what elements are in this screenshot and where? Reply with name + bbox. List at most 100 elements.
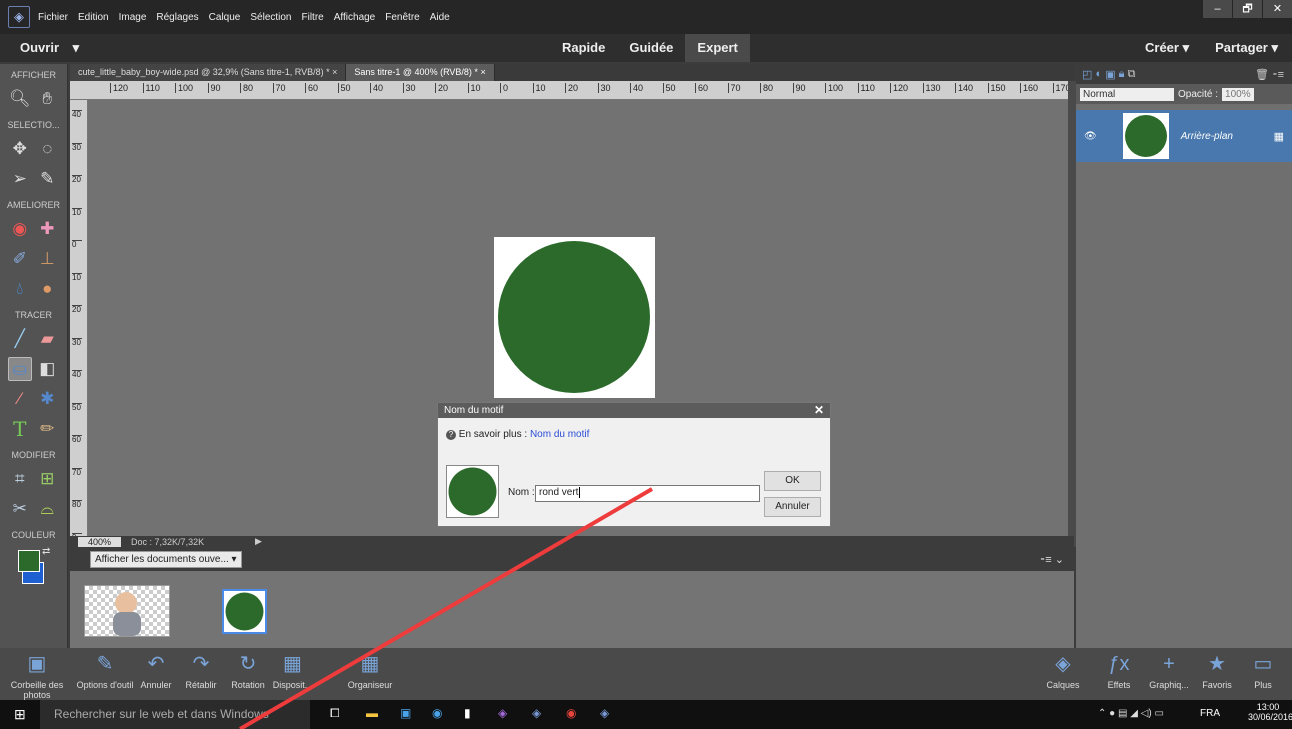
zoom-tool-icon[interactable]: 🔍︎ [8, 87, 32, 111]
document-icon[interactable]: ▮ [464, 706, 471, 720]
create-button[interactable]: Créer ▾ [1145, 40, 1189, 56]
bottom-organizer-button[interactable]: ▦ Organiseur [315, 648, 425, 700]
bottom-favorites-button[interactable]: ★ Favoris [1194, 648, 1240, 700]
menu-reglages[interactable]: Réglages [156, 12, 198, 23]
bin-options[interactable]: ⁃≡ ⌄ [1040, 553, 1064, 566]
move-tool-icon[interactable]: ✥ [8, 137, 32, 161]
lock-icon[interactable]: 🔒︎ [1119, 68, 1125, 81]
maximize-button[interactable]: 🗗 [1232, 0, 1262, 18]
mode-rapide[interactable]: Rapide [550, 34, 617, 62]
tab-sans-titre[interactable]: Sans titre-1 @ 400% (RVB/8) * × [346, 64, 495, 81]
menu-fichier[interactable]: Fichier [38, 12, 68, 23]
menu-filtre[interactable]: Filtre [302, 12, 324, 23]
sponge-tool-icon[interactable]: ● [35, 277, 59, 301]
text-tool-icon[interactable]: T [8, 417, 32, 441]
language-indicator[interactable]: FRA [1200, 708, 1220, 719]
mode-guidee[interactable]: Guidée [617, 34, 685, 62]
adjustment-layer-icon[interactable]: ◐ [1095, 68, 1102, 80]
bin-documents-dropdown[interactable]: Afficher les documents ouve... ▾ [90, 550, 242, 568]
new-layer-icon[interactable]: ◰ [1082, 68, 1092, 81]
bottom-rotate-button[interactable]: ↻ Rotation [226, 648, 270, 700]
gradient-tool-icon[interactable]: ◧ [35, 357, 59, 381]
menu-aide[interactable]: Aide [430, 12, 450, 23]
menu-calque[interactable]: Calque [209, 12, 241, 23]
elements-editor-icon[interactable]: ◈ [532, 706, 541, 720]
content-aware-move-icon[interactable]: ✂︎ [8, 497, 32, 521]
straighten-tool-icon[interactable]: ⌓ [35, 497, 59, 521]
clock[interactable]: 13:00 30/06/2016 [1248, 702, 1292, 722]
quick-selection-icon[interactable]: ✎ [35, 167, 59, 191]
dialog-titlebar: Nom du motif ✕ [438, 403, 830, 418]
bottom-photo-bin-button[interactable]: ▣ Corbeille des photos [0, 648, 74, 700]
task-view-icon[interactable]: ⧠ [330, 706, 340, 721]
tab-baby-doc[interactable]: cute_little_baby_boy-wide.psd @ 32,9% (S… [70, 64, 347, 81]
dialog-close-button[interactable]: ✕ [814, 403, 824, 418]
system-tray-icons[interactable]: ⌃ ● ▤ ◢ ◁) ▭ [1098, 708, 1164, 719]
thumbnail-sans-titre[interactable] [222, 589, 267, 634]
blur-tool-icon[interactable]: 💧︎ [8, 277, 32, 301]
bottom-graphics-button[interactable]: + Graphiq... [1146, 648, 1192, 700]
pencil-tool-icon[interactable]: ✏︎ [35, 417, 59, 441]
open-button[interactable]: Ouvrir ▾ [0, 40, 550, 56]
canvas-scrollbar[interactable] [1068, 81, 1076, 547]
swap-colors-icon[interactable]: ⇄ [42, 546, 50, 557]
healing-brush-icon[interactable]: ✚ [35, 217, 59, 241]
bottom-more-button[interactable]: ▭ Plus [1240, 648, 1286, 700]
minimize-button[interactable]: – [1202, 0, 1232, 18]
chrome-icon[interactable]: ◉ [566, 706, 576, 720]
crop-tool-icon[interactable]: ⌗ [8, 467, 32, 491]
brush-tool-icon[interactable]: ╱ [8, 327, 32, 351]
close-window-button[interactable]: ✕ [1262, 0, 1292, 18]
lasso-tool-icon[interactable]: ➢ [8, 167, 32, 191]
bottom-effects-button[interactable]: ƒx Effets [1096, 648, 1142, 700]
smart-brush-icon[interactable]: ✐ [8, 247, 32, 271]
blend-mode-select[interactable]: Normal [1080, 87, 1174, 101]
opacity-input[interactable]: 100% [1222, 87, 1254, 101]
bottom-tool-options-button[interactable]: ✎ Options d'outil [74, 648, 136, 700]
edge-icon[interactable]: ◉ [432, 706, 442, 720]
elements-organizer-icon[interactable]: ◈ [498, 706, 507, 720]
foreground-color-swatch[interactable] [18, 550, 40, 572]
menu-selection[interactable]: Sélection [250, 12, 291, 23]
image-canvas[interactable] [494, 237, 655, 398]
trash-icon[interactable]: 🗑︎ ⁃≡ [1255, 68, 1284, 81]
custom-shape-icon[interactable]: ✱ [35, 387, 59, 411]
close-tab-icon[interactable]: × [332, 67, 337, 77]
pattern-name-input[interactable]: rond vert [535, 485, 760, 502]
windows-start-icon[interactable]: ⊞ [14, 706, 26, 723]
ruler-v-tick: 40 [72, 110, 82, 119]
paint-bucket-icon[interactable]: ⛀ [7, 357, 32, 381]
taskbar-search[interactable]: Rechercher sur le web et dans Windows [40, 700, 310, 729]
visibility-eye-icon[interactable]: 👁︎ [1084, 131, 1097, 142]
hand-tool-icon[interactable]: ✋︎ [35, 87, 59, 111]
menu-image[interactable]: Image [119, 12, 147, 23]
bottom-layout-button[interactable]: ▦ Disposit... [270, 648, 315, 700]
elements-editor-active-icon[interactable]: ◈ [600, 706, 609, 720]
layer-row-background[interactable]: 👁︎ Arrière-plan ▦ [1076, 110, 1292, 162]
layer-mask-icon[interactable]: ▣ [1105, 68, 1115, 81]
media-icon[interactable]: ▣ [400, 706, 411, 720]
link-layers-icon[interactable]: ⧉ [1128, 68, 1136, 81]
status-arrow-icon[interactable]: ▶ [255, 536, 262, 547]
eyedropper-icon[interactable]: ⁄ [8, 387, 32, 411]
bottom-redo-button[interactable]: ↷ Rétablir [176, 648, 226, 700]
menu-edition[interactable]: Edition [78, 12, 109, 23]
mode-expert[interactable]: Expert [685, 34, 750, 62]
recompose-tool-icon[interactable]: ⊞ [35, 467, 59, 491]
bottom-undo-button[interactable]: ↶ Annuler [136, 648, 176, 700]
red-eye-tool-icon[interactable]: ◉ [8, 217, 32, 241]
marquee-tool-icon[interactable]: ◌ [35, 137, 59, 161]
thumbnail-baby-doc[interactable] [84, 585, 170, 637]
cancel-button[interactable]: Annuler [764, 497, 821, 517]
menu-fenetre[interactable]: Fenêtre [385, 12, 419, 23]
eraser-tool-icon[interactable]: ▰ [35, 327, 59, 351]
zoom-readout[interactable]: 400% [78, 536, 122, 547]
help-link[interactable]: Nom du motif [530, 429, 589, 440]
close-tab-icon[interactable]: × [480, 67, 485, 77]
file-explorer-icon[interactable]: ▬ [366, 706, 378, 720]
share-button[interactable]: Partager ▾ [1215, 40, 1278, 56]
ok-button[interactable]: OK [764, 471, 821, 491]
menu-affichage[interactable]: Affichage [334, 12, 376, 23]
clone-stamp-icon[interactable]: ⊥ [35, 247, 59, 271]
bottom-layers-button[interactable]: ◈ Calques [1040, 648, 1086, 700]
